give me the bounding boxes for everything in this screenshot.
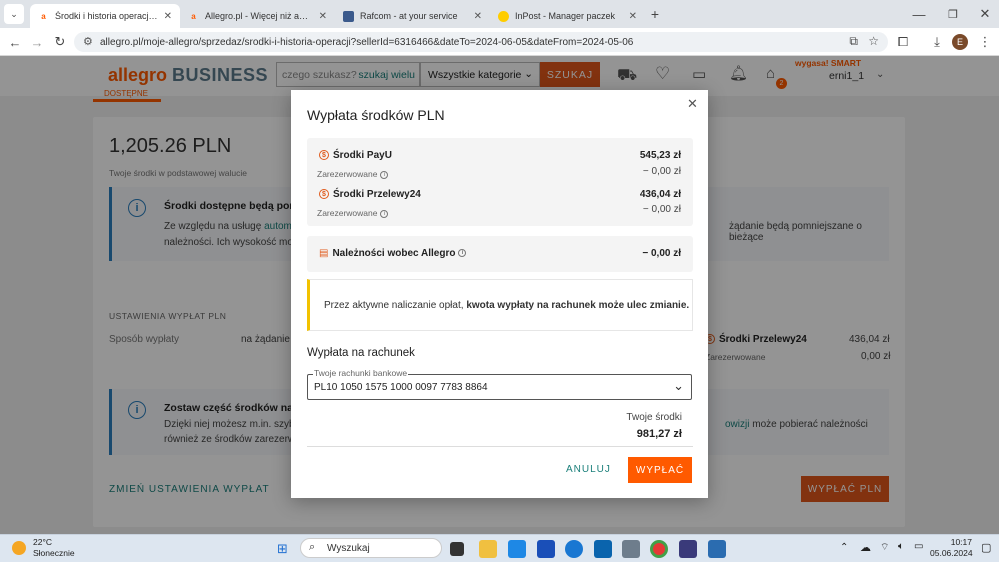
- warning-banner: Przez aktywne naliczanie opłat, kwota wy…: [307, 279, 693, 331]
- tab-list-chevron-icon[interactable]: ⌄: [4, 4, 24, 24]
- wifi-icon[interactable]: ⌔: [880, 541, 889, 554]
- restore-icon[interactable]: ❐: [944, 5, 962, 23]
- browser-tab-bar: ⌄ a Środki i historia operacji - Allegro…: [0, 0, 999, 28]
- minimize-icon[interactable]: —: [910, 5, 928, 23]
- tab-inpost[interactable]: InPost - Manager paczek ✕: [490, 4, 645, 28]
- p24-label: Środki Przelewy24: [333, 189, 421, 200]
- help-icon[interactable]: i: [380, 209, 389, 218]
- store-icon[interactable]: [508, 540, 526, 558]
- browser-toolbar: ← → ↻ ⚙ allegro.pl/moje-allegro/sprzedaz…: [0, 28, 999, 56]
- site-info-icon[interactable]: ⚙: [83, 35, 93, 48]
- dialog-title: Wypłata środków PLN: [307, 107, 445, 123]
- forward-arrow-icon[interactable]: →: [28, 33, 46, 51]
- p24-reserved-value: − 0,00 zł: [642, 204, 681, 215]
- tab-srodki[interactable]: a Środki i historia operacji - Allegro ✕: [30, 4, 180, 28]
- page-icon: [343, 10, 354, 22]
- mail-icon[interactable]: [594, 540, 612, 558]
- menu-dots-icon[interactable]: ⋮: [976, 33, 994, 51]
- funds-summary-box: $ Środki PayU 545,23 zł Zarezerwowane i − …: [307, 138, 693, 226]
- reload-icon[interactable]: ↻: [51, 33, 69, 51]
- bank-account-select[interactable]: Twoje rachunki bankowe PL10 1050 1575 10…: [307, 368, 692, 400]
- tab-rafcom[interactable]: Rafcom - at your service ✕: [335, 4, 490, 28]
- payu-label: Środki PayU: [333, 150, 392, 161]
- window-close-icon[interactable]: ✕: [976, 5, 994, 23]
- url-text: allegro.pl/moje-allegro/sprzedaz/srodki-…: [100, 36, 634, 48]
- app-icon[interactable]: [708, 540, 726, 558]
- close-icon[interactable]: ✕: [319, 11, 327, 22]
- help-icon[interactable]: i: [380, 170, 389, 179]
- account-value: PL10 1050 1575 1000 0097 7783 8864: [314, 382, 488, 393]
- taskbar-search[interactable]: ⌕ Wyszukaj: [300, 538, 442, 558]
- help-icon[interactable]: i: [458, 249, 467, 258]
- profile-avatar[interactable]: E: [952, 34, 968, 50]
- debts-label: Należności wobec Allegro: [332, 248, 456, 259]
- payout-dialog: Wypłata środków PLN ✕ $ Środki PayU 545,2…: [291, 90, 708, 498]
- close-icon[interactable]: ✕: [687, 96, 698, 112]
- calculator-icon[interactable]: [622, 540, 640, 558]
- confirm-payout-button[interactable]: WYPŁAĆ: [628, 457, 692, 483]
- cloud-icon[interactable]: ☁: [860, 541, 871, 554]
- address-bar[interactable]: ⚙ allegro.pl/moje-allegro/sprzedaz/srodk…: [74, 32, 888, 52]
- chevron-down-icon: ⌄: [673, 378, 684, 393]
- battery-icon[interactable]: ▭: [914, 541, 923, 552]
- tab-title: Allegro.pl - Więcej niż aukcje. N: [205, 11, 313, 21]
- clock-date[interactable]: 05.06.2024: [930, 548, 973, 558]
- file-explorer-icon[interactable]: [479, 540, 497, 558]
- chrome-icon[interactable]: [650, 540, 668, 558]
- debts-value: − 0,00 zł: [642, 248, 681, 259]
- inpost-icon: [498, 10, 509, 22]
- task-view-icon[interactable]: [450, 542, 464, 556]
- document-icon: ▤: [319, 248, 329, 259]
- close-icon[interactable]: ✕: [164, 11, 172, 22]
- sun-icon: [12, 541, 26, 555]
- bookmark-star-icon[interactable]: ☆: [868, 34, 879, 48]
- allegro-icon: a: [191, 11, 196, 21]
- edge-icon[interactable]: [565, 540, 583, 558]
- cancel-button[interactable]: ANULUJ: [566, 464, 611, 475]
- clock-time[interactable]: 10:17: [940, 537, 972, 547]
- notifications-icon[interactable]: ▢: [981, 541, 991, 554]
- coin-icon: $: [319, 189, 329, 200]
- divider: [307, 446, 693, 447]
- windows-taskbar: 22°C Słonecznie ⊞ ⌕ Wyszukaj ⌃ ☁ ⌔ 🔈︎ ▭ …: [0, 534, 999, 562]
- weather-desc[interactable]: Słonecznie: [33, 548, 75, 558]
- payu-value: 545,23 zł: [639, 150, 681, 161]
- tab-title: Rafcom - at your service: [360, 11, 458, 21]
- new-tab-plus-icon[interactable]: +: [646, 5, 664, 23]
- p24-value: 436,04 zł: [639, 189, 681, 200]
- weather-temp[interactable]: 22°C: [33, 537, 52, 547]
- warning-bold-text: kwota wypłaty na rachunek może ulec zmia…: [466, 300, 690, 311]
- debts-box: ▤ Należności wobec Allegro i − 0,00 zł: [307, 236, 693, 272]
- back-arrow-icon[interactable]: ←: [6, 33, 24, 51]
- your-funds-label: Twoje środki: [626, 412, 682, 423]
- jw-app-icon[interactable]: [679, 540, 697, 558]
- volume-icon[interactable]: 🔈︎: [898, 541, 904, 552]
- tab-title: Środki i historia operacji - Allegro: [55, 11, 158, 21]
- windows-start-icon[interactable]: ⊞: [277, 541, 288, 557]
- search-icon: ⌕: [309, 541, 316, 553]
- tab-allegro[interactable]: a Allegro.pl - Więcej niż aukcje. N ✕: [180, 4, 335, 28]
- account-heading: Wypłata na rachunek: [307, 347, 415, 359]
- extensions-icon[interactable]: ⧠: [894, 33, 912, 51]
- tab-title: InPost - Manager paczek: [515, 11, 616, 21]
- close-icon[interactable]: ✕: [629, 11, 637, 22]
- payu-reserved-value: − 0,00 zł: [642, 166, 681, 177]
- allegro-icon: a: [41, 11, 46, 21]
- reserved-label: Zarezerwowane: [317, 169, 378, 179]
- warning-text: Przez aktywne naliczanie opłat,: [324, 300, 464, 311]
- downloads-icon[interactable]: ⤓: [928, 33, 946, 51]
- coin-icon: $: [319, 150, 329, 161]
- close-icon[interactable]: ✕: [474, 11, 482, 22]
- chevron-up-icon[interactable]: ⌃: [840, 542, 848, 553]
- account-field-label: Twoje rachunki bankowe: [313, 368, 409, 378]
- reserved-label: Zarezerwowane: [317, 208, 378, 218]
- install-app-icon[interactable]: ⧉: [849, 34, 858, 49]
- your-funds-value: 981,27 zł: [636, 428, 682, 440]
- search-label: Wyszukaj: [327, 543, 370, 554]
- app-icon[interactable]: [537, 540, 555, 558]
